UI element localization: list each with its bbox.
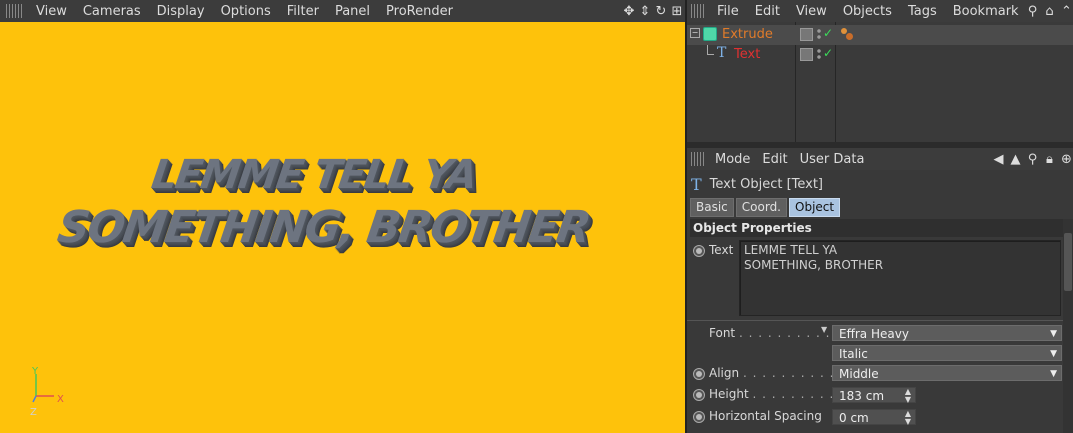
visibility-dots-icon[interactable] xyxy=(817,48,821,60)
section-header-object-properties: Object Properties xyxy=(690,219,1063,237)
menu-filter[interactable]: Filter xyxy=(279,4,327,19)
text-input[interactable]: LEMME TELL YA SOMETHING, BROTHER xyxy=(739,240,1061,316)
align-value: Middle xyxy=(839,367,879,381)
right-panel: File Edit View Objects Tags Bookmark ⚲ ⌂… xyxy=(685,0,1073,433)
new-panel-icon[interactable]: ⊕ xyxy=(1058,152,1073,167)
hierarchy-line xyxy=(707,45,714,55)
lock-icon[interactable]: 🔒︎ xyxy=(1041,152,1058,167)
stepper-icon[interactable]: ▲ ▼ xyxy=(905,410,911,426)
chevron-up-icon[interactable]: ⌃ xyxy=(1058,4,1073,19)
menu-panel[interactable]: Panel xyxy=(327,4,378,19)
property-separator xyxy=(687,320,1063,321)
object-row-extrude[interactable]: − Extrude ✓ xyxy=(687,25,1073,45)
viewport-menubar: View Cameras Display Options Filter Pane… xyxy=(0,0,685,22)
up-arrow-icon[interactable]: ▲ xyxy=(1007,152,1024,167)
object-title-label: Text Object [Text] xyxy=(709,176,824,192)
font-style-value: Italic xyxy=(839,347,868,361)
text-spline-icon: T xyxy=(717,45,727,61)
stepper-icon[interactable]: ▲ ▼ xyxy=(905,388,911,404)
axis-x-label: X xyxy=(57,394,64,405)
axis-z-label: Z xyxy=(30,407,37,418)
align-label-text: Align xyxy=(709,366,740,380)
chevron-down-icon: ▼ xyxy=(1050,329,1057,339)
height-input[interactable]: 183 cm ▲ ▼ xyxy=(832,387,916,404)
attribute-scrollbar[interactable] xyxy=(1063,219,1073,433)
visibility-dots-icon[interactable] xyxy=(817,28,821,40)
menu-bookmark[interactable]: Bookmark xyxy=(945,4,1027,19)
enabled-check-icon[interactable]: ✓ xyxy=(823,26,833,40)
object-row-text[interactable]: T Text ✓ xyxy=(687,45,1073,65)
menu-prorender[interactable]: ProRender xyxy=(378,4,461,19)
search-icon[interactable]: ⚲ xyxy=(1024,152,1041,167)
font-family-value: Effra Heavy xyxy=(839,327,909,341)
collapse-toggle-icon[interactable]: − xyxy=(690,28,700,38)
animate-text-radio[interactable] xyxy=(693,245,705,257)
move-view-icon[interactable]: ✥ xyxy=(621,4,637,19)
horizontal-spacing-label: Horizontal Spacing xyxy=(709,409,822,423)
animate-align-radio[interactable] xyxy=(693,368,705,380)
menu-view[interactable]: View xyxy=(788,4,835,19)
font-family-dropdown[interactable]: Effra Heavy ▼ xyxy=(832,325,1062,341)
back-arrow-icon[interactable]: ◀ xyxy=(990,152,1007,167)
maximize-view-icon[interactable]: ⊞ xyxy=(669,4,685,19)
menu-mode[interactable]: Mode xyxy=(709,152,756,167)
tab-coord[interactable]: Coord. xyxy=(735,198,787,217)
chevron-down-icon: ▼ xyxy=(1050,349,1057,359)
home-icon[interactable]: ⌂ xyxy=(1041,4,1058,19)
object-manager-list: − Extrude ✓ T Text ✓ xyxy=(687,22,1073,142)
search-icon[interactable]: ⚲ xyxy=(1024,4,1041,19)
axis-y-label: Y xyxy=(31,366,39,377)
horizontal-spacing-value: 0 cm xyxy=(839,411,869,425)
object-manager-menubar: File Edit View Objects Tags Bookmark ⚲ ⌂… xyxy=(687,0,1073,22)
tab-basic[interactable]: Basic xyxy=(690,198,734,217)
menu-edit[interactable]: Edit xyxy=(756,152,793,167)
menu-view[interactable]: View xyxy=(28,4,75,19)
tab-object[interactable]: Object xyxy=(789,198,841,217)
height-value: 183 cm xyxy=(839,389,885,403)
viewport[interactable]: View Cameras Display Options Filter Pane… xyxy=(0,0,685,433)
grip-icon xyxy=(691,4,705,18)
object-name-extrude[interactable]: Extrude xyxy=(722,27,773,42)
height-label-text: Height xyxy=(709,387,749,401)
text-input-line-2: SOMETHING, BROTHER xyxy=(744,258,884,272)
horizontal-spacing-input[interactable]: 0 cm ▲ ▼ xyxy=(832,409,916,426)
animate-height-radio[interactable] xyxy=(693,389,705,401)
grip-icon xyxy=(691,152,705,166)
font-menu-arrow-icon[interactable]: ▼ xyxy=(821,325,827,334)
material-tag-icon[interactable] xyxy=(841,28,853,40)
layer-icon[interactable] xyxy=(800,28,813,41)
menu-display[interactable]: Display xyxy=(149,4,213,19)
extrude-icon xyxy=(703,27,717,41)
world-axes-gizmo: Y X Z xyxy=(30,366,64,418)
menu-file[interactable]: File xyxy=(709,4,747,19)
object-title: T Text Object [Text] xyxy=(691,174,824,194)
object-name-text[interactable]: Text xyxy=(734,47,760,62)
attribute-tabs: Basic Coord. Object xyxy=(690,198,841,217)
font-label-text: Font xyxy=(709,326,736,340)
enabled-check-icon[interactable]: ✓ xyxy=(823,46,833,60)
attribute-manager-menubar: Mode Edit User Data ◀ ▲ ⚲ 🔒︎ ⊕ xyxy=(687,148,1073,170)
extruded-text-line-1[interactable]: LEMME TELL YA xyxy=(149,152,479,198)
text-input-line-1: LEMME TELL YA xyxy=(744,243,838,257)
text-label: Text xyxy=(709,243,734,257)
animate-hspacing-radio[interactable] xyxy=(693,411,705,423)
menu-edit[interactable]: Edit xyxy=(747,4,788,19)
layer-icon[interactable] xyxy=(800,48,813,61)
menu-tags[interactable]: Tags xyxy=(900,4,945,19)
zoom-view-icon[interactable]: ⇕ xyxy=(637,4,653,19)
align-dropdown[interactable]: Middle ▼ xyxy=(832,365,1062,381)
scrollbar-thumb[interactable] xyxy=(1064,233,1072,291)
font-style-dropdown[interactable]: Italic ▼ xyxy=(832,345,1062,361)
extruded-text-line-2[interactable]: SOMETHING, BROTHER xyxy=(54,202,592,253)
menu-user-data[interactable]: User Data xyxy=(794,152,871,167)
text-object-icon: T xyxy=(691,174,702,194)
chevron-down-icon: ▼ xyxy=(1050,369,1057,379)
menu-cameras[interactable]: Cameras xyxy=(75,4,149,19)
rotate-view-icon[interactable]: ↻ xyxy=(653,4,669,19)
menu-options[interactable]: Options xyxy=(213,4,279,19)
menu-objects[interactable]: Objects xyxy=(835,4,900,19)
grip-icon xyxy=(6,4,22,18)
